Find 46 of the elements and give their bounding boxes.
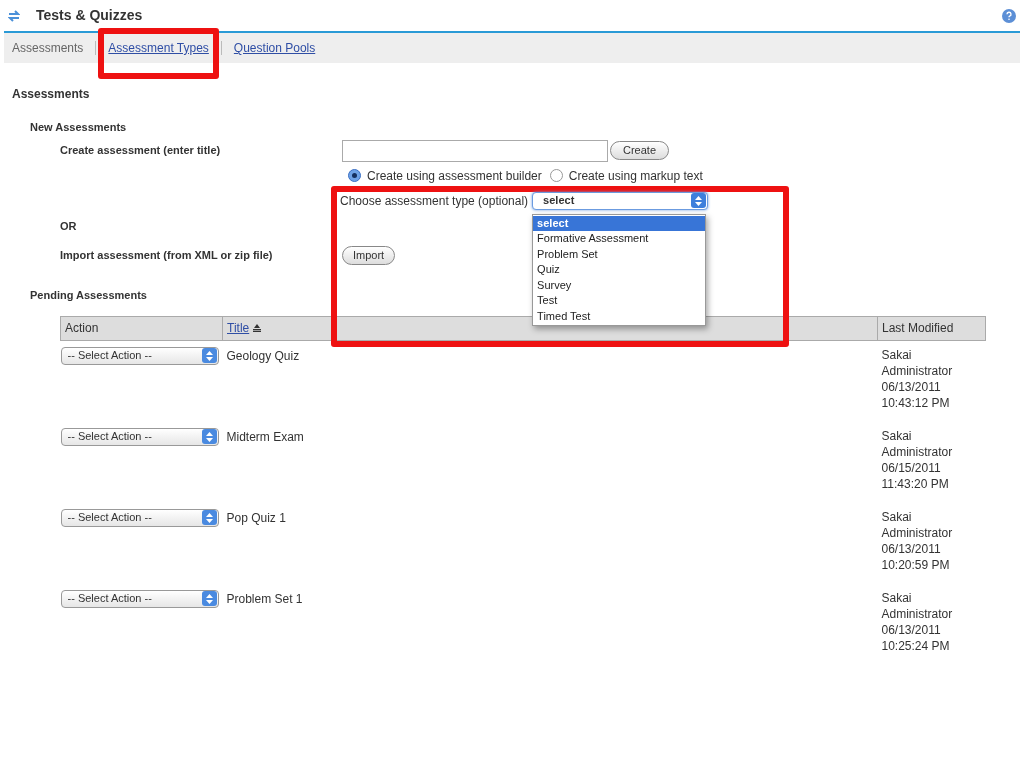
- nav-link[interactable]: Assessment Types: [108, 41, 209, 55]
- stepper-icon: [691, 193, 707, 208]
- action-select[interactable]: -- Select Action --: [60, 508, 219, 527]
- table-cell-text: Sakai Administrator 06/13/2011 10:25:24 PM: [881, 589, 954, 654]
- or-label: OR: [60, 218, 77, 234]
- help-icon[interactable]: [1002, 8, 1016, 23]
- table-cell: Geology Quiz: [226, 348, 300, 363]
- title-input-field[interactable]: [342, 139, 608, 162]
- action-select[interactable]: -- Select Action --: [60, 589, 219, 608]
- dropdown-option[interactable]: Problem Set: [533, 246, 706, 262]
- table-cell: Midterm Exam: [226, 429, 304, 444]
- stepper-icon: [201, 348, 217, 363]
- radio-label: Create using markup text: [568, 167, 703, 185]
- radio-button[interactable]: [348, 169, 361, 182]
- import-button[interactable]: Import: [342, 246, 396, 265]
- table-cell-text: Sakai Administrator 06/15/2011 11:43:20 PM: [881, 427, 954, 492]
- dropdown-option[interactable]: select: [533, 215, 706, 231]
- section-title: Assessments: [12, 86, 90, 103]
- table-cell: Problem Set 1: [226, 591, 303, 606]
- dropdown-option[interactable]: Survey: [533, 277, 706, 293]
- column-header: Last Modified: [877, 316, 986, 340]
- table-cell: Pop Quiz 1: [226, 510, 286, 525]
- radio-label: Create using assessment builder: [367, 167, 542, 185]
- section-heading: Pending Assessments: [30, 288, 147, 303]
- field-label: Create assessment (enter title): [60, 143, 222, 159]
- dropdown-option[interactable]: Quiz: [533, 262, 706, 278]
- stepper-icon: [201, 429, 217, 444]
- radio-button[interactable]: [549, 169, 563, 182]
- column-header: Action: [60, 316, 223, 340]
- dropdown-option[interactable]: Test: [533, 293, 706, 309]
- tool-title: Tests & Quizzes: [36, 6, 143, 25]
- field-label: Choose assessment type (optional): [340, 192, 529, 210]
- dropdown-option[interactable]: Formative Assessment: [533, 231, 706, 247]
- create-button[interactable]: Create: [610, 141, 670, 160]
- table-cell-text: Sakai Administrator 06/13/2011 10:20:59 PM: [881, 508, 954, 573]
- sort-icon[interactable]: [253, 324, 262, 332]
- nav-link[interactable]: Assessments: [12, 41, 84, 55]
- nav-link[interactable]: Question Pools: [233, 41, 316, 55]
- stepper-icon: [201, 591, 217, 606]
- stepper-icon: [201, 510, 217, 525]
- action-select[interactable]: -- Select Action --: [60, 346, 219, 365]
- section-heading: New Assessments: [30, 120, 127, 135]
- swap-arrows-icon[interactable]: [8, 9, 20, 22]
- table-cell-text: Sakai Administrator 06/13/2011 10:43:12 PM: [881, 346, 954, 411]
- field-label: Import assessment (from XML or zip file): [60, 248, 274, 264]
- action-select[interactable]: -- Select Action --: [60, 427, 219, 446]
